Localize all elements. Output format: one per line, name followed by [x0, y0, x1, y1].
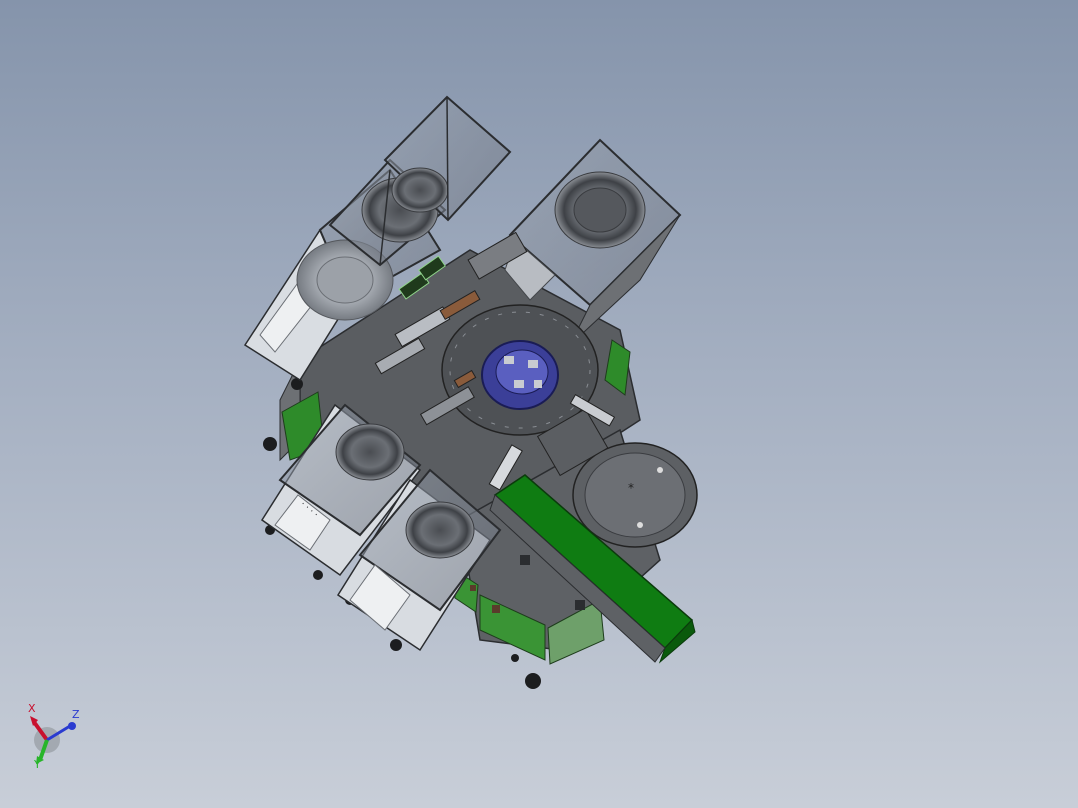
x-axis-label: X — [28, 702, 36, 715]
assembly-model[interactable]: · · · · * — [0, 0, 1078, 808]
svg-text:*: * — [628, 481, 634, 495]
axis-triad: X Z Y — [22, 700, 92, 780]
graphics-viewport[interactable]: · · · · * X Z Y — [0, 0, 1078, 808]
y-axis-label: Y — [34, 758, 41, 771]
round-feeder-right: * — [572, 442, 698, 548]
z-axis-label: Z — [72, 708, 80, 721]
panel-latch — [492, 605, 500, 613]
